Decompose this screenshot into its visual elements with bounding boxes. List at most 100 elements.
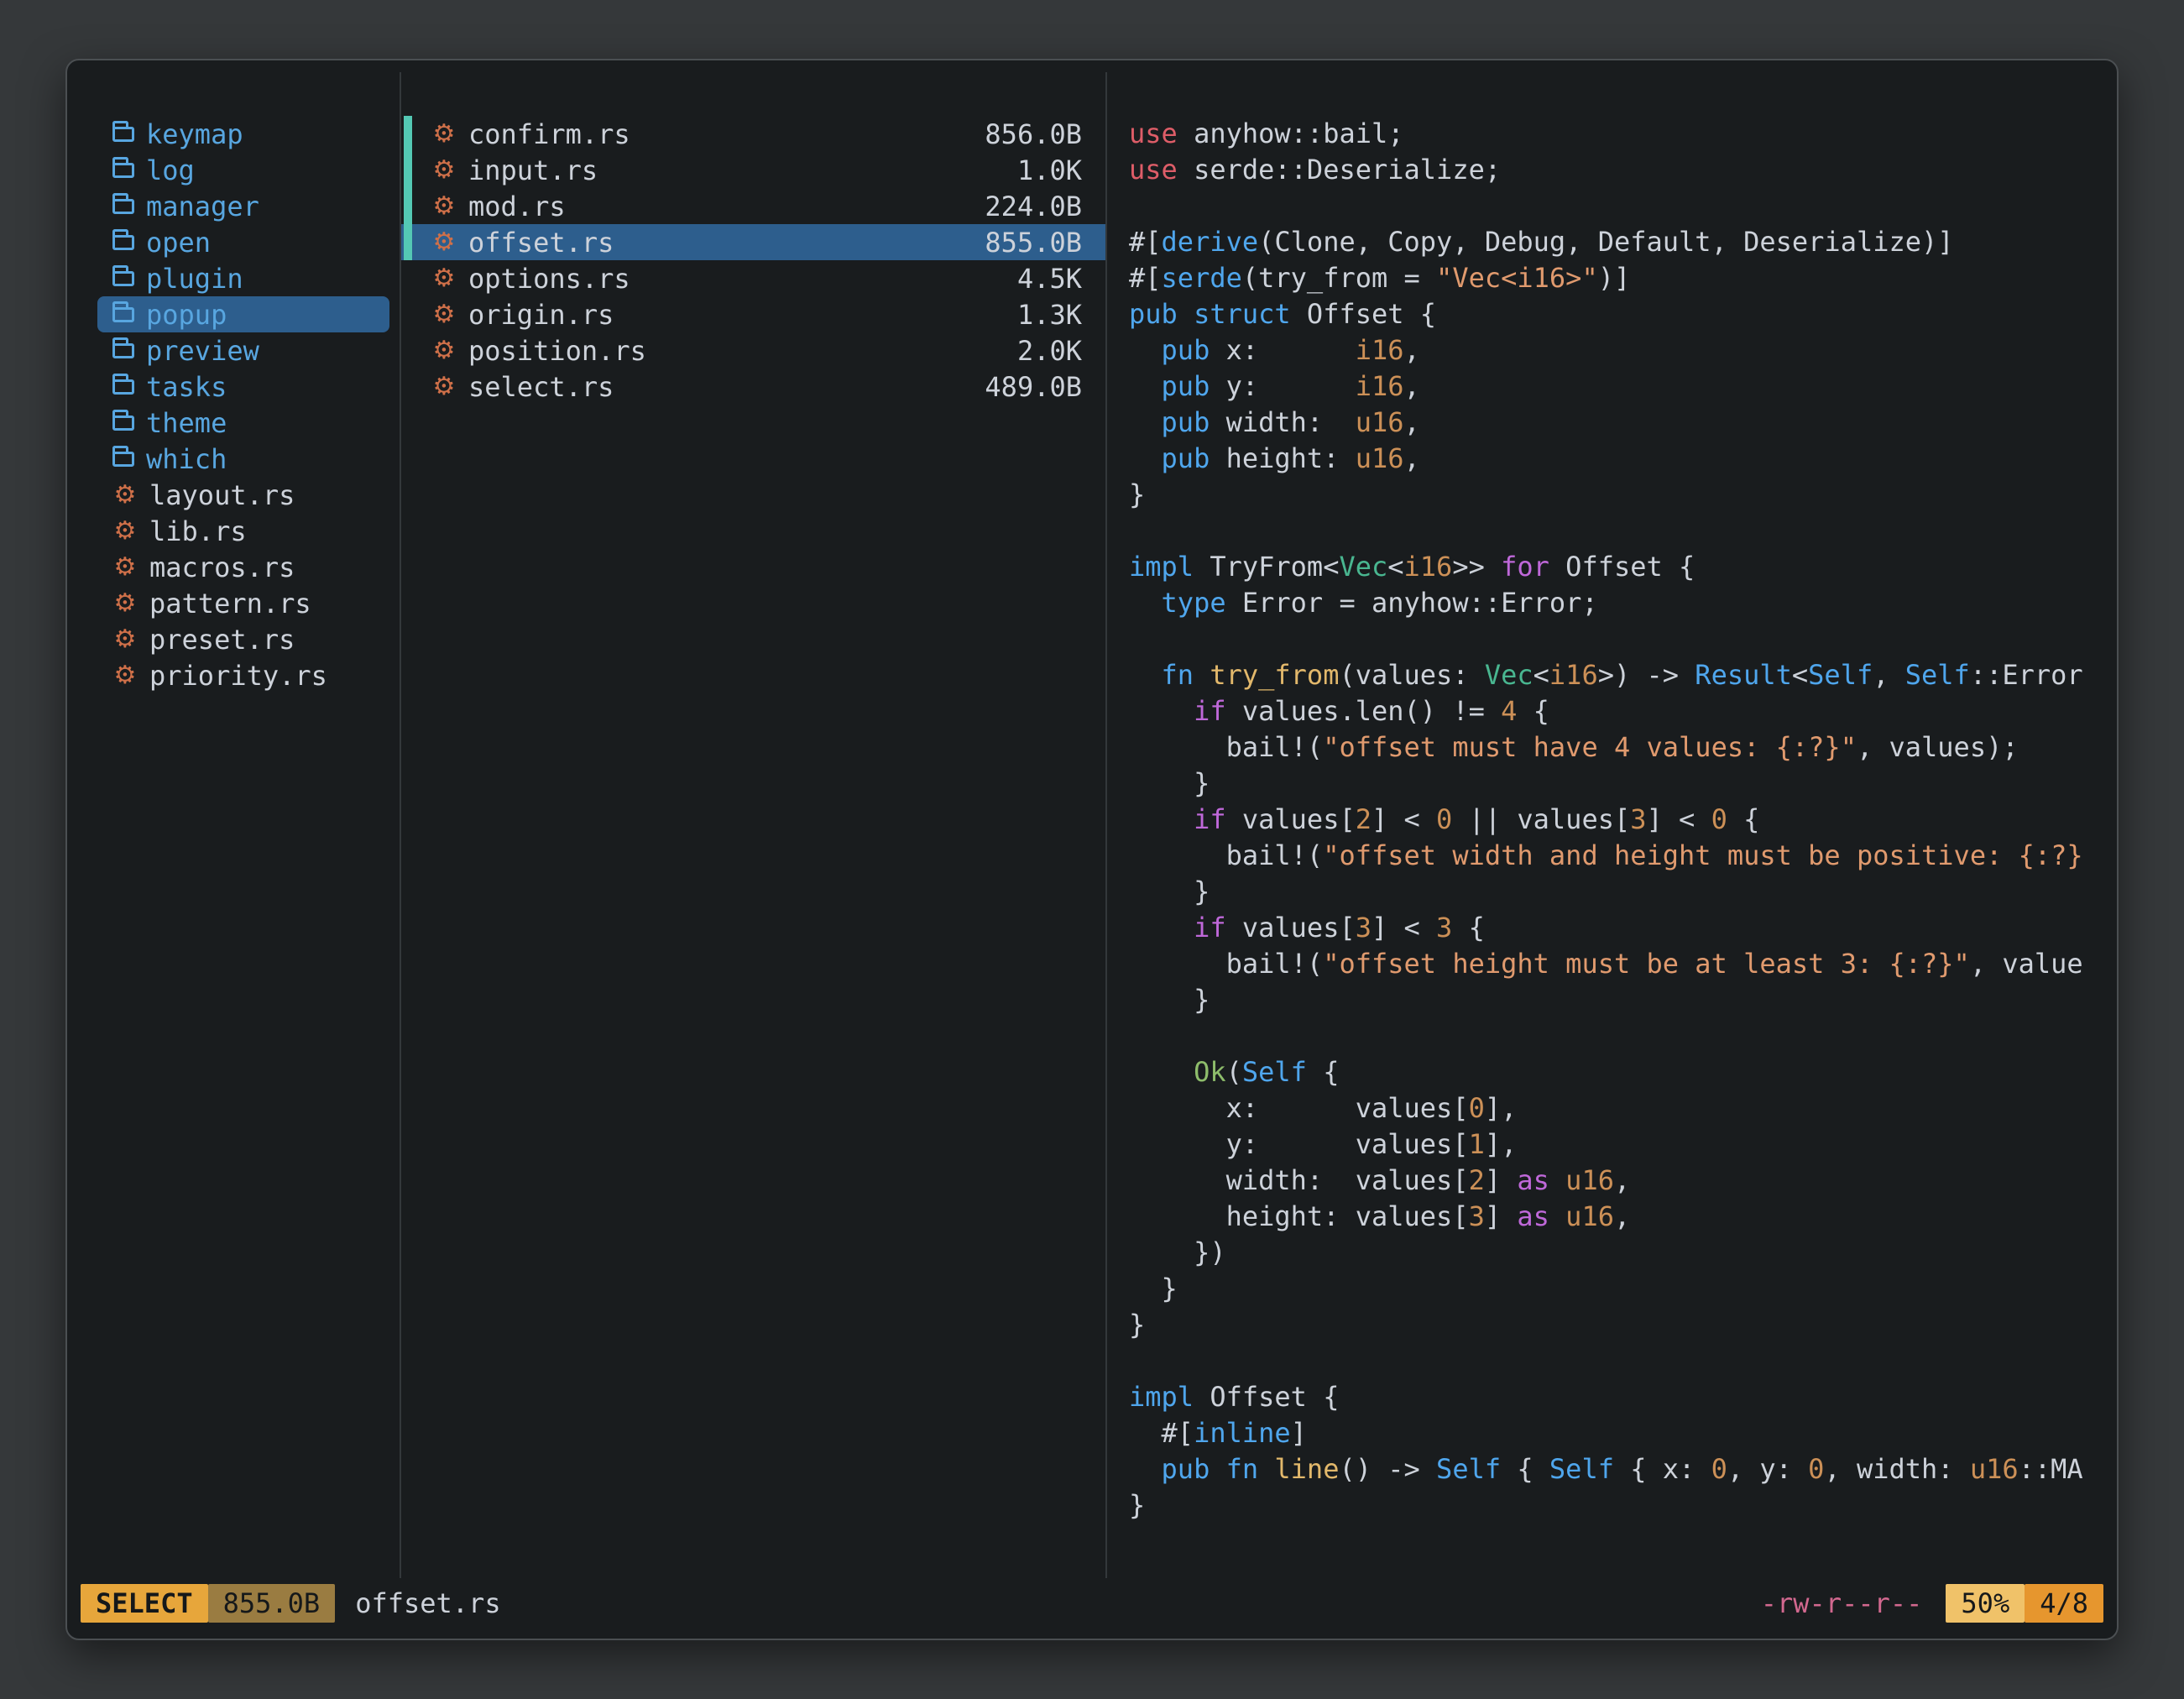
selection-marker (404, 116, 412, 152)
file-row-select-rs[interactable]: ⚙select.rs489.0B (401, 369, 1105, 405)
sidebar-item-tasks[interactable]: tasks (97, 369, 389, 405)
sidebar-item-label: open (146, 227, 211, 259)
sidebar-item-open[interactable]: open (97, 224, 389, 260)
sidebar-item-keymap[interactable]: keymap (97, 116, 389, 152)
code-line: }) (1129, 1235, 2105, 1271)
code-line: bail!("offset width and height must be p… (1129, 838, 2105, 874)
code-line: bail!("offset height must be at least 3:… (1129, 946, 2105, 982)
folder-icon (112, 452, 134, 467)
code-line: } (1129, 766, 2105, 802)
code-line: use serde::Deserialize; (1129, 152, 2105, 188)
file-row-position-rs[interactable]: ⚙ position.rs 2.0K (401, 332, 1105, 369)
code-line: y: values[1], (1129, 1127, 2105, 1163)
code-line: } (1129, 477, 2105, 513)
file-name: options.rs (468, 263, 630, 295)
code-line: impl Offset { (1129, 1379, 2105, 1415)
sidebar-item-label: macros.rs (149, 552, 295, 583)
code-line: } (1129, 1271, 2105, 1307)
code-line: } (1129, 1307, 2105, 1343)
sidebar-item-label: priority.rs (149, 660, 327, 692)
code-line: pub x: i16, (1129, 332, 2105, 369)
file-row-options-rs[interactable]: ⚙options.rs4.5K (401, 260, 1105, 296)
selection-marker (404, 188, 412, 224)
file-name: confirm.rs (468, 118, 630, 150)
sidebar-item-log[interactable]: log (97, 152, 389, 188)
sidebar-item-label: which (146, 443, 227, 475)
code-line: #[serde(try_from = "Vec<i16>")] (1129, 260, 2105, 296)
sidebar-item-plugin[interactable]: plugin (97, 260, 389, 296)
file-row-confirm-rs[interactable]: ⚙confirm.rs856.0B (401, 116, 1105, 152)
sidebar-item-layout-rs[interactable]: ⚙ layout.rs (97, 477, 389, 513)
rust-file-icon: ⚙ (431, 302, 457, 327)
rust-file-icon: ⚙ (431, 374, 457, 400)
folder-icon (112, 163, 134, 178)
code-line: pub height: u16, (1129, 441, 2105, 477)
folder-icon (112, 127, 134, 142)
file-size: 1.0K (1017, 154, 1082, 186)
rust-file-icon: ⚙ (112, 627, 138, 652)
sidebar-item-label: tasks (146, 371, 227, 403)
sidebar-item-macros-rs[interactable]: ⚙macros.rs (97, 549, 389, 585)
sidebar-item-label: theme (146, 407, 227, 439)
folder-icon (112, 416, 134, 431)
folder-icon (112, 235, 134, 250)
sidebar-item-manager[interactable]: manager (97, 188, 389, 224)
code-line: pub struct Offset { (1129, 296, 2105, 332)
file-size: 489.0B (985, 371, 1082, 403)
rust-file-icon: ⚙ (112, 483, 138, 508)
file-name: input.rs (468, 154, 598, 186)
file-name: mod.rs (468, 191, 566, 222)
code-line: } (1129, 1487, 2105, 1524)
sidebar-item-which[interactable]: which (97, 441, 389, 477)
code-line: pub width: u16, (1129, 405, 2105, 441)
file-row-input-rs[interactable]: ⚙input.rs1.0K (401, 152, 1105, 188)
sidebar-item-popup[interactable]: popup (97, 296, 389, 332)
selection-marker (404, 152, 412, 188)
rust-file-icon: ⚙ (431, 338, 457, 363)
folder-icon (112, 343, 134, 358)
file-list: ⚙confirm.rs856.0B⚙input.rs1.0K⚙mod.rs224… (400, 72, 1107, 1578)
sidebar-item-pattern-rs[interactable]: ⚙pattern.rs (97, 585, 389, 621)
rust-file-icon: ⚙ (112, 663, 138, 688)
code-line: #[inline] (1129, 1415, 2105, 1451)
file-size: 855.0B (985, 227, 1082, 259)
rust-file-icon: ⚙ (431, 194, 457, 219)
parent-pane: keymaplogmanager open plugin popuppreviewta… (97, 72, 400, 1578)
hovered-file-name: offset.rs (355, 1587, 500, 1619)
preview-code: use anyhow::bail;use serde::Deserialize;… (1129, 116, 2105, 1524)
panes-container: keymaplogmanager open plugin popuppreviewta… (97, 72, 2105, 1578)
file-size: 2.0K (1017, 335, 1082, 367)
sidebar-item-label: plugin (146, 263, 243, 295)
code-line: } (1129, 874, 2105, 910)
code-line: #[derive(Clone, Copy, Debug, Default, De… (1129, 224, 2105, 260)
code-line: width: values[2] as u16, (1129, 1163, 2105, 1199)
sidebar-item-theme[interactable]: theme (97, 405, 389, 441)
rust-file-icon: ⚙ (431, 266, 457, 291)
code-line: } (1129, 982, 2105, 1018)
sidebar-item-label: layout.rs (149, 479, 295, 511)
folder-icon (112, 307, 134, 322)
sidebar-item-label: popup (146, 299, 227, 331)
code-line (1129, 188, 2105, 224)
folder-icon (112, 271, 134, 286)
sidebar-item-priority-rs[interactable]: ⚙ priority.rs (97, 657, 389, 693)
file-name: position.rs (468, 335, 646, 367)
file-manager-window: keymaplogmanager open plugin popuppreviewta… (65, 59, 2119, 1640)
file-row-mod-rs[interactable]: ⚙mod.rs224.0B (401, 188, 1105, 224)
sidebar-item-label: preset.rs (149, 624, 295, 656)
sidebar-item-label: manager (146, 191, 259, 222)
file-row-offset-rs[interactable]: ⚙offset.rs855.0B (401, 224, 1105, 260)
file-name: offset.rs (468, 227, 614, 259)
preview-pane: use anyhow::bail;use serde::Deserialize;… (1107, 72, 2105, 1578)
file-row-origin-rs[interactable]: ⚙origin.rs1.3K (401, 296, 1105, 332)
rust-file-icon: ⚙ (431, 122, 457, 147)
code-line: if values[3] < 3 { (1129, 910, 2105, 946)
file-permissions: -rw-r--r-- (1761, 1587, 1923, 1619)
code-line: bail!("offset must have 4 values: {:?}",… (1129, 729, 2105, 766)
sidebar-item-preset-rs[interactable]: ⚙ preset.rs (97, 621, 389, 657)
code-line: pub fn line() -> Self { Self { x: 0, y: … (1129, 1451, 2105, 1487)
sidebar-item-preview[interactable]: preview (97, 332, 389, 369)
code-line: Ok(Self { (1129, 1054, 2105, 1090)
mode-indicator: SELECT (81, 1584, 208, 1623)
sidebar-item-lib-rs[interactable]: ⚙lib.rs (97, 513, 389, 549)
